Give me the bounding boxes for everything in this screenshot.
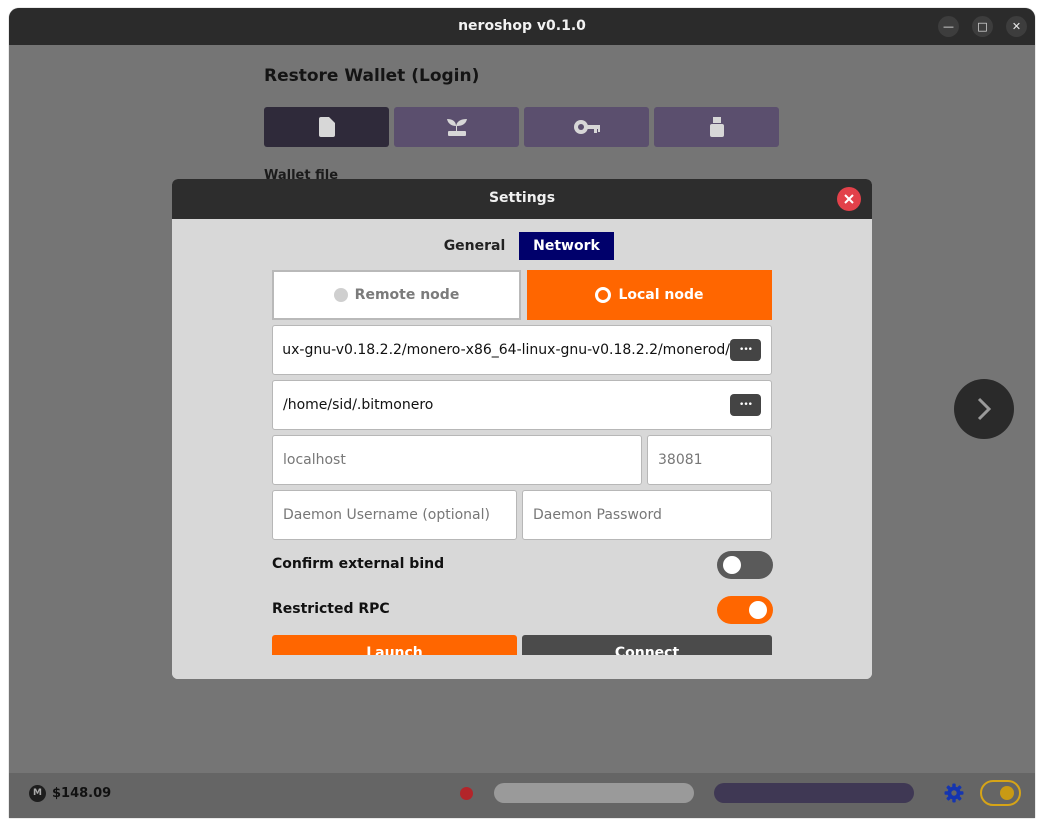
window-title: neroshop v0.1.0: [458, 18, 586, 34]
daemon-password-placeholder: Daemon Password: [533, 507, 662, 523]
daemon-host-input[interactable]: localhost: [272, 435, 642, 485]
theme-toggle[interactable]: [980, 780, 1021, 806]
key-icon: [573, 120, 600, 134]
remote-node-radio: [333, 288, 348, 302]
wallet-sync-progress: [714, 783, 914, 803]
browse-monerod-button[interactable]: •••: [730, 339, 761, 361]
confirm-external-bind-switch[interactable]: [717, 551, 773, 579]
switch-knob: [723, 556, 741, 574]
chevron-right-icon: [977, 397, 992, 421]
close-icon: [844, 194, 854, 204]
connection-status-dot: [460, 787, 473, 800]
restore-tab-keys[interactable]: [524, 107, 649, 147]
theme-toggle-knob: [1000, 786, 1014, 800]
daemon-password-input[interactable]: Daemon Password: [522, 490, 772, 540]
settings-dialog: Settings General Network Remote node Loc…: [172, 179, 872, 679]
seed-sprout-icon: [446, 119, 467, 136]
usb-drive-icon: [709, 117, 724, 137]
monero-icon: M: [29, 785, 46, 802]
switch-knob: [749, 601, 767, 619]
maximize-icon: □: [977, 20, 988, 33]
local-node-label: Local node: [618, 287, 704, 303]
remote-node-label: Remote node: [354, 287, 460, 303]
daemon-username-input[interactable]: Daemon Username (optional): [272, 490, 517, 540]
daemon-host-placeholder: localhost: [283, 452, 346, 468]
next-button[interactable]: [954, 379, 1014, 439]
daemon-username-placeholder: Daemon Username (optional): [283, 507, 490, 523]
title-bar: neroshop v0.1.0 — □ ✕: [9, 8, 1035, 45]
xmr-price: $148.09: [52, 786, 112, 801]
remote-node-option[interactable]: Remote node: [272, 270, 521, 320]
restore-tab-file[interactable]: [264, 107, 389, 147]
daemon-sync-progress: [494, 783, 694, 803]
minimize-icon: —: [943, 20, 954, 33]
gear-icon[interactable]: [944, 783, 964, 803]
file-icon: [318, 117, 335, 137]
minimize-button[interactable]: —: [938, 16, 959, 37]
settings-close-button[interactable]: [837, 187, 861, 211]
local-node-option[interactable]: Local node: [527, 270, 772, 320]
tab-network[interactable]: Network: [519, 232, 614, 260]
restricted-rpc-switch[interactable]: [717, 596, 773, 624]
settings-title: Settings: [488, 190, 556, 206]
daemon-port-placeholder: 38081: [658, 452, 703, 468]
confirm-external-bind-label: Confirm external bind: [272, 556, 445, 572]
tab-general[interactable]: General: [437, 232, 512, 260]
close-icon: ✕: [1011, 20, 1022, 33]
data-dir-value: /home/sid/.bitmonero: [283, 397, 434, 413]
local-node-radio: [595, 287, 612, 303]
restricted-rpc-label: Restricted RPC: [272, 601, 390, 617]
close-window-button[interactable]: ✕: [1006, 16, 1027, 37]
data-dir-field[interactable]: /home/sid/.bitmonero •••: [272, 380, 772, 430]
page-title: Restore Wallet (Login): [264, 66, 480, 86]
daemon-port-input[interactable]: 38081: [647, 435, 772, 485]
monerod-path-value: /home/sid/Downloads/monero-x86_64-linux-…: [283, 342, 730, 358]
settings-header: Settings: [172, 179, 872, 219]
monerod-path-field[interactable]: /home/sid/Downloads/monero-x86_64-linux-…: [272, 325, 772, 375]
dialog-footer: [172, 655, 872, 679]
maximize-button[interactable]: □: [972, 16, 993, 37]
browse-data-dir-button[interactable]: •••: [730, 394, 761, 416]
status-bar: M $148.09: [9, 773, 1035, 818]
restore-tab-hardware[interactable]: [654, 107, 779, 147]
restore-tab-seed[interactable]: [394, 107, 519, 147]
